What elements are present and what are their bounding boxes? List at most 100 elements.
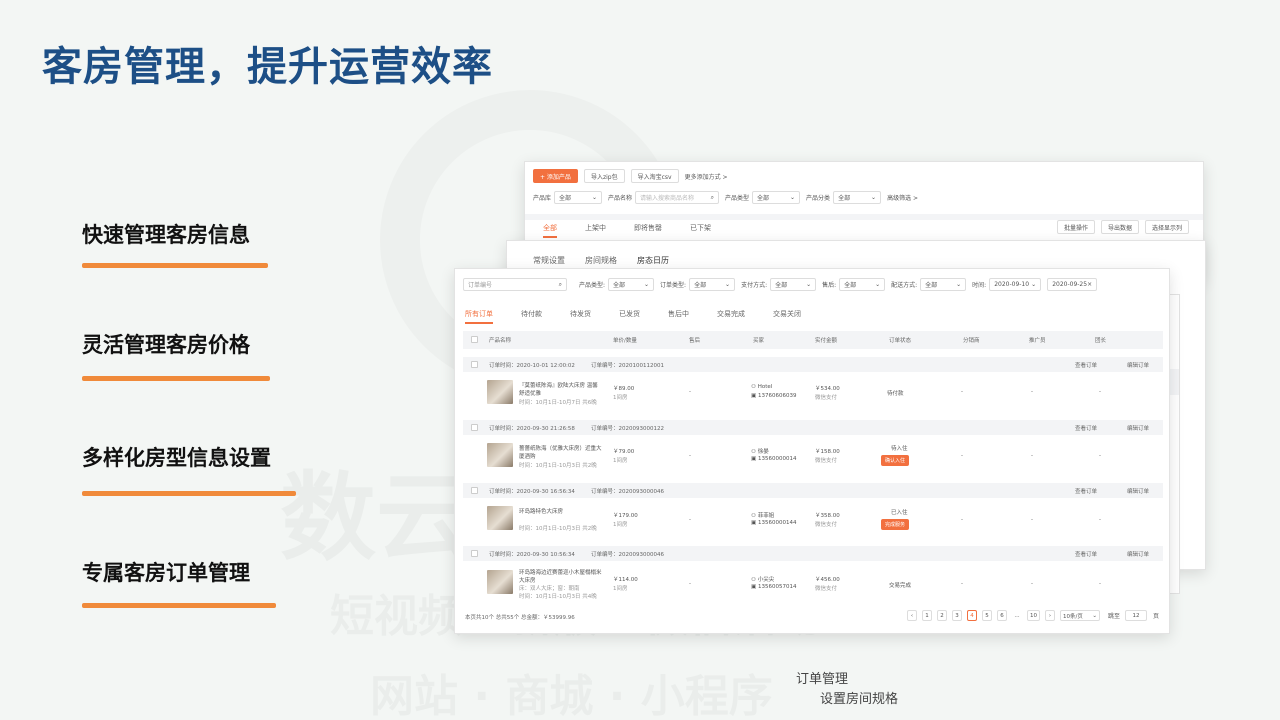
store-select[interactable]: 全部 ⌄ (554, 191, 603, 204)
caption-room-specs: 设置房间规格 (820, 692, 899, 707)
buyer-name-text: Hotel (757, 384, 773, 390)
complete-service-button[interactable]: 完成服务 (881, 519, 910, 530)
tab-pending-payment[interactable]: 待付款 (521, 309, 542, 324)
delivery-method-select[interactable]: 全部 ⌄ (920, 278, 967, 291)
view-order-link[interactable]: 查看订单 (1075, 550, 1097, 558)
order-header: 订单时间：2020-09-30 10:56:34 订单编号：2020093000… (463, 546, 1163, 561)
prev-page-icon[interactable]: ‹ (906, 610, 917, 621)
order-no-input[interactable]: 订单编号 ⌕ (463, 278, 567, 291)
end-date-input[interactable]: 2020-09-25 × (1047, 278, 1098, 291)
chevron-down-icon: ⌄ (1031, 281, 1037, 288)
tab-on-sale[interactable]: 上架中 (585, 223, 606, 238)
next-page-icon[interactable]: › (1044, 610, 1055, 621)
add-product-button[interactable]: + 添加产品 (533, 169, 578, 183)
page-button[interactable]: 2 (936, 610, 947, 621)
after-sale-value: - (689, 581, 691, 587)
search-icon: ⌕ (558, 280, 562, 288)
buyer-phone-text: 13560000144 (757, 520, 797, 526)
payment-method-select[interactable]: 全部 ⌄ (770, 278, 817, 291)
tab-room-specs[interactable]: 房间规格 (585, 255, 617, 269)
order-checkbox[interactable] (471, 424, 478, 431)
view-order-link[interactable]: 查看订单 (1075, 361, 1097, 369)
chevron-down-icon: ⌄ (871, 194, 877, 201)
goto-page-input[interactable]: 12 (1124, 610, 1147, 621)
tab-after-sale[interactable]: 售后中 (668, 309, 689, 324)
start-date-input[interactable]: 2020-09-10 ⌄ (989, 278, 1042, 291)
feature-underline (82, 376, 270, 381)
order-number: 订单编号：2020093000046 (591, 489, 664, 495)
stay-dates: 时间：10月1日-10月7日 共6晚 (519, 400, 597, 406)
tab-general-settings[interactable]: 常规设置 (533, 255, 565, 269)
product-category-select[interactable]: 全部 ⌄ (833, 191, 882, 204)
import-taobao-button[interactable]: 导入淘宝csv (630, 169, 679, 183)
page-button[interactable]: 10 (1026, 610, 1040, 621)
view-order-link[interactable]: 查看订单 (1075, 424, 1097, 432)
advanced-filter-link[interactable]: 高级筛选 > (887, 193, 918, 202)
product-type-label: 产品类型: (579, 282, 606, 289)
user-icon: ⚇ (751, 449, 758, 455)
tab-low-stock[interactable]: 即将售罄 (634, 223, 662, 238)
product-type-value: 全部 (757, 195, 770, 202)
select-all-checkbox[interactable] (471, 336, 478, 343)
promoter: - (1031, 453, 1033, 459)
tab-room-calendar[interactable]: 房态日历 (637, 255, 669, 269)
delivery-method-value: 全部 (925, 282, 938, 289)
page-button[interactable]: 6 (996, 610, 1007, 621)
order-status: 待付款 (887, 391, 904, 397)
tab-off-shelf[interactable]: 已下架 (690, 223, 711, 238)
after-sale-label: 售后: (822, 282, 837, 289)
edit-order-link[interactable]: 编辑订单 (1127, 424, 1149, 432)
order-checkbox[interactable] (471, 487, 478, 494)
product-type-select[interactable]: 全部 ⌄ (752, 191, 801, 204)
tab-completed[interactable]: 交易完成 (717, 309, 745, 324)
buyer-phone: ▣ 13560000144 (751, 520, 796, 526)
room-name: 蔷蔷纸陈海（优雅大床房）近重大 (519, 446, 602, 452)
promoter: - (1031, 517, 1033, 523)
page-button-active[interactable]: 4 (966, 610, 977, 621)
export-data-button[interactable]: 导出数据 (1100, 220, 1139, 234)
edit-order-link[interactable]: 编辑订单 (1127, 550, 1149, 558)
import-zip-button[interactable]: 导入zip包 (583, 169, 625, 183)
stay-dates: 时间：10月1日-10月3日 共2晚 (519, 526, 597, 532)
clear-icon[interactable]: × (1087, 281, 1092, 288)
order-checkbox[interactable] (471, 361, 478, 368)
batch-action-button[interactable]: 批量操作 (1056, 220, 1095, 234)
chevron-down-icon: ⌄ (875, 281, 881, 288)
buyer-phone-text: 13560000014 (757, 456, 797, 462)
more-add-link[interactable]: 更多添加方式 > (685, 172, 728, 181)
product-name-input[interactable]: 请输入搜索商品名称 ⌕ (635, 191, 720, 204)
start-date-value: 2020-09-10 (994, 281, 1030, 288)
chevron-down-icon: ⌄ (1092, 612, 1097, 619)
column-header: 买家 (753, 338, 765, 344)
edit-order-link[interactable]: 编辑订单 (1127, 487, 1149, 495)
buyer-name-text: 徐晏 (757, 449, 769, 455)
phone-icon: ▣ (751, 584, 758, 590)
tab-pending-shipment[interactable]: 待发货 (570, 309, 591, 324)
tab-closed[interactable]: 交易关闭 (773, 309, 801, 324)
table-header: 产品名称 单价/数量 售后 买家 实付金额 订单状态 分销商 推广员 团长 (463, 331, 1163, 349)
buyer-name: ⚇ 徐晏 (751, 447, 769, 455)
page-button[interactable]: 3 (951, 610, 962, 621)
display-columns-button[interactable]: 选择显示列 (1144, 220, 1189, 234)
page-button[interactable]: 5 (981, 610, 992, 621)
product-type-select[interactable]: 全部 ⌄ (608, 278, 655, 291)
product-type-value: 全部 (613, 282, 626, 289)
page-size-select[interactable]: 10条/页 ⌄ (1059, 610, 1100, 621)
order-checkbox[interactable] (471, 550, 478, 557)
confirm-checkin-button[interactable]: 确认入住 (881, 455, 910, 466)
tab-all[interactable]: 全部 (543, 223, 557, 238)
feature-underline (82, 603, 276, 608)
payment-method-value: 全部 (775, 282, 788, 289)
after-sale-select[interactable]: 全部 ⌄ (839, 278, 886, 291)
view-order-link[interactable]: 查看订单 (1075, 487, 1097, 495)
order-type-select[interactable]: 全部 ⌄ (689, 278, 736, 291)
product-name-label: 产品名称 (608, 195, 633, 202)
product-type-label: 产品类型 (725, 195, 750, 202)
order-no-label: 订单编号 (468, 282, 493, 289)
tab-all-orders[interactable]: 所有订单 (465, 309, 493, 324)
page-button[interactable]: 1 (921, 610, 932, 621)
tab-shipped[interactable]: 已发货 (619, 309, 640, 324)
order-time: 订单时间：2020-09-30 10:56:34 (489, 552, 575, 558)
order-time: 订单时间：2020-10-01 12:00:02 (489, 363, 575, 369)
edit-order-link[interactable]: 编辑订单 (1127, 361, 1149, 369)
